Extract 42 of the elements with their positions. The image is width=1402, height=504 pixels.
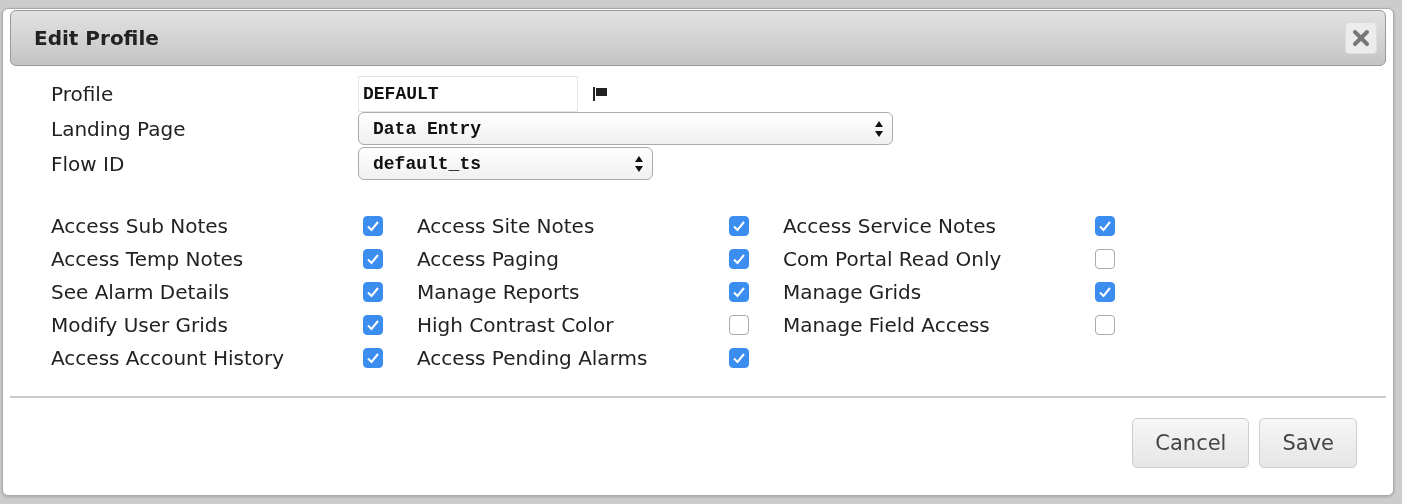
select-field[interactable]: Data Entry (358, 112, 893, 145)
field-label: Flow ID (51, 151, 126, 176)
checkbox[interactable] (729, 347, 749, 368)
checkbox[interactable] (363, 248, 383, 269)
checkbox[interactable] (729, 215, 749, 236)
close-button[interactable] (1345, 22, 1377, 54)
checkbox[interactable] (1095, 281, 1115, 302)
permission-label: Modify User Grids (51, 312, 229, 337)
permission-label: Com Portal Read Only (783, 246, 1003, 271)
stepper-icon (874, 119, 884, 138)
close-icon (1352, 29, 1370, 47)
permission-label: Manage Grids (783, 279, 923, 304)
checkbox[interactable] (729, 281, 749, 302)
checkbox[interactable] (729, 314, 749, 335)
permission-label: Manage Reports (417, 279, 581, 304)
dialog-button[interactable]: Save (1259, 418, 1357, 468)
checkbox[interactable] (1095, 215, 1115, 236)
permission-label: High Contrast Color (417, 312, 615, 337)
select-field[interactable]: default_ts (358, 147, 653, 180)
checkbox[interactable] (363, 281, 383, 302)
field-label: Profile (51, 81, 115, 106)
stepper-icon (634, 154, 644, 173)
permission-label: Access Temp Notes (51, 246, 245, 271)
dialog-title: Edit Profile (34, 26, 159, 50)
checkbox[interactable] (1095, 314, 1115, 335)
input-field[interactable]: DEFAULT (358, 75, 578, 112)
checkbox[interactable] (363, 314, 383, 335)
permission-label: Access Pending Alarms (417, 345, 649, 370)
checkbox[interactable] (1095, 248, 1115, 269)
permission-label: Access Paging (417, 246, 560, 271)
checkbox[interactable] (729, 248, 749, 269)
checkbox[interactable] (363, 347, 383, 368)
permission-label: Access Sub Notes (51, 213, 229, 238)
permission-label: Access Account History (51, 345, 286, 370)
checkbox[interactable] (363, 215, 383, 236)
permission-label: Access Site Notes (417, 213, 596, 238)
field-label: Landing Page (51, 116, 187, 141)
flag-icon (592, 85, 608, 102)
dialog-button[interactable]: Cancel (1132, 418, 1250, 468)
permission-label: Access Service Notes (783, 213, 997, 238)
permission-label: Manage Field Access (783, 312, 991, 337)
permission-label: See Alarm Details (51, 279, 231, 304)
